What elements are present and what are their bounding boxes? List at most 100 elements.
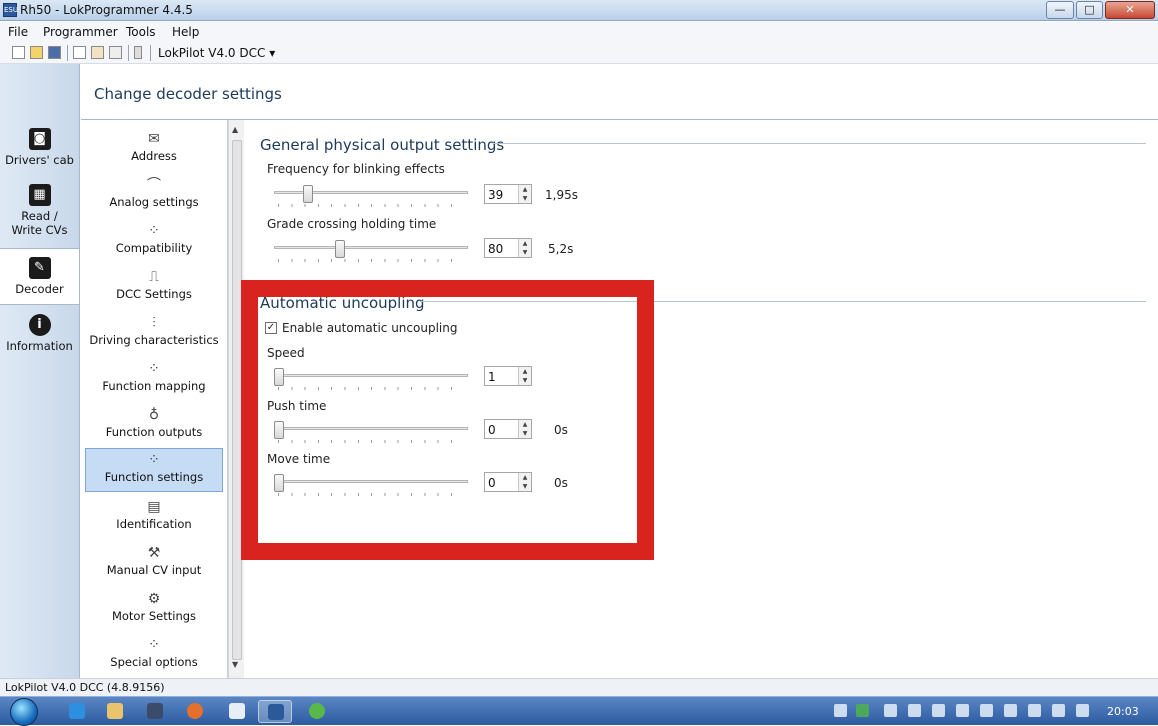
category-address[interactable]: ✉ Address: [85, 128, 223, 172]
tray-icon[interactable]: [884, 704, 897, 717]
category-analog-settings[interactable]: ⌒ Analog settings: [85, 174, 223, 218]
tray-icon[interactable]: [1052, 704, 1065, 717]
tray-icon[interactable]: [908, 704, 921, 717]
signal-icon[interactable]: [1076, 704, 1089, 717]
scroll-down-icon[interactable]: ▼: [232, 660, 238, 669]
device-label: LokPilot V4.0 DCC: [158, 46, 266, 60]
taskbar-internet-explorer[interactable]: [60, 700, 94, 723]
slider-track: [274, 246, 468, 249]
scroll-up-icon[interactable]: ▲: [232, 125, 238, 134]
category-motor-settings[interactable]: ⚙ Motor Settings: [85, 588, 223, 632]
nav-label: Drivers' cab: [5, 153, 74, 167]
status-bar: LokPilot V4.0 DCC (4.8.9156): [0, 678, 1158, 696]
category-special-options[interactable]: ⁘ Special options: [85, 634, 223, 678]
nav-decoder[interactable]: ✎ Decoder: [0, 248, 79, 305]
taskbar: 20:03: [0, 696, 1158, 726]
menu-programmer[interactable]: Programmer: [43, 25, 118, 39]
tray-icon[interactable]: [956, 704, 969, 717]
function-settings-icon: ⁘: [148, 452, 160, 468]
spinbox-arrows-icon[interactable]: ▲ ▼: [518, 185, 531, 203]
nav-label: Read / Write CVs: [11, 209, 68, 237]
window-icon: [229, 703, 245, 719]
menu-help[interactable]: Help: [172, 25, 199, 39]
category-label: Address: [131, 149, 177, 163]
id-card-icon: ▤: [147, 499, 161, 515]
category-label: Motor Settings: [111, 609, 197, 623]
firefox-icon: [187, 703, 203, 719]
taskbar-balloon-app[interactable]: [300, 700, 334, 723]
tray-icon[interactable]: [932, 704, 945, 717]
taskbar-lokprogrammer[interactable]: [258, 700, 292, 723]
category-label: Analog settings: [109, 195, 199, 209]
category-manual-cv-input[interactable]: ⚒ Manual CV input: [85, 542, 223, 586]
nav-read-write-cvs[interactable]: ▦ Read / Write CVs: [0, 184, 79, 237]
information-icon: i: [28, 314, 51, 336]
menu-bar: File Programmer Tools Help: [0, 22, 1158, 42]
read-write-cvs-icon: ▦: [28, 184, 51, 206]
nav-information[interactable]: i Information: [0, 314, 79, 353]
category-identification[interactable]: ▤ Identification: [85, 496, 223, 540]
category-function-mapping[interactable]: ⁘ Function mapping: [85, 358, 223, 402]
drivers-cab-icon: ◙: [28, 128, 51, 150]
envelope-icon: ✉: [148, 131, 160, 147]
category-dcc-settings[interactable]: ⎍ DCC Settings: [85, 266, 223, 310]
open-icon[interactable]: [30, 46, 43, 59]
special-options-icon: ⁘: [148, 637, 160, 653]
tray-icon[interactable]: [856, 704, 869, 717]
wrench-icon: ⚒: [147, 545, 161, 561]
slider-thumb[interactable]: [303, 185, 314, 203]
maximize-button[interactable]: □: [1076, 1, 1103, 19]
menu-tools[interactable]: Tools: [126, 25, 156, 39]
device-selector[interactable]: LokPilot V4.0 DCC ▾: [158, 46, 275, 60]
save-icon[interactable]: [48, 46, 61, 59]
lokprogrammer-icon: [268, 704, 284, 720]
slider-ticks: [278, 259, 464, 262]
clock[interactable]: 20:03: [1107, 705, 1139, 718]
spinbox-arrows-icon[interactable]: ▲ ▼: [518, 239, 531, 257]
category-label: Function outputs: [105, 425, 203, 439]
import-icon[interactable]: [73, 46, 86, 59]
motor-icon: ⚙: [147, 591, 161, 607]
chevron-down-icon: ▾: [269, 46, 276, 60]
tray-icon[interactable]: [834, 704, 847, 717]
dcc-icon: ⎍: [149, 269, 159, 285]
category-function-outputs[interactable]: ♁ Function outputs: [85, 404, 223, 448]
grade-crossing-label: Grade crossing holding time: [267, 217, 437, 231]
menu-file[interactable]: File: [8, 25, 28, 39]
category-compatibility[interactable]: ⁘ Compatibility: [85, 220, 223, 264]
forward-icon[interactable]: [109, 46, 122, 59]
slider-thumb[interactable]: [334, 240, 345, 258]
connection-icon[interactable]: [134, 46, 142, 59]
flag-icon[interactable]: [980, 704, 993, 717]
tray-icon[interactable]: [1004, 704, 1017, 717]
export-icon[interactable]: [91, 46, 104, 59]
start-button[interactable]: [10, 698, 38, 726]
status-text: LokPilot V4.0 DCC (4.8.9156): [5, 681, 165, 694]
taskbar-app[interactable]: [220, 700, 254, 723]
category-label: Identification: [116, 517, 192, 531]
tray-icon[interactable]: [1028, 704, 1041, 717]
taskbar-firefox[interactable]: [178, 700, 212, 723]
category-driving-characteristics[interactable]: ⫶ Driving characteristics: [85, 312, 223, 356]
blink-frequency-slider[interactable]: [274, 185, 468, 207]
grade-crossing-spinbox[interactable]: 80 ▲ ▼: [484, 238, 532, 258]
title-bar: ESU Rh50 - LokProgrammer 4.4.5 — □ ✕: [0, 0, 1158, 21]
function-mapping-icon: ⁘: [148, 361, 160, 377]
taskbar-media-player[interactable]: [138, 700, 172, 723]
grade-crossing-slider[interactable]: [274, 240, 468, 262]
bulb-icon: ♁: [148, 407, 160, 423]
nav-label: Information: [6, 339, 73, 353]
page-heading: Change decoder settings: [81, 64, 1158, 120]
blink-frequency-spinbox[interactable]: 39 ▲ ▼: [484, 184, 532, 204]
taskbar-explorer[interactable]: [98, 700, 132, 723]
close-button[interactable]: ✕: [1105, 1, 1155, 19]
minimize-button[interactable]: —: [1046, 1, 1074, 19]
compatibility-icon: ⁘: [148, 223, 160, 239]
new-icon[interactable]: [12, 46, 25, 59]
category-function-settings[interactable]: ⁘ Function settings: [85, 448, 223, 492]
nav-drivers-cab[interactable]: ◙ Drivers' cab: [0, 128, 79, 167]
spinbox-value: 39: [488, 188, 504, 202]
section-divider: [493, 143, 1146, 144]
analog-icon: ⌒: [147, 177, 161, 193]
balloon-icon: [309, 703, 325, 719]
